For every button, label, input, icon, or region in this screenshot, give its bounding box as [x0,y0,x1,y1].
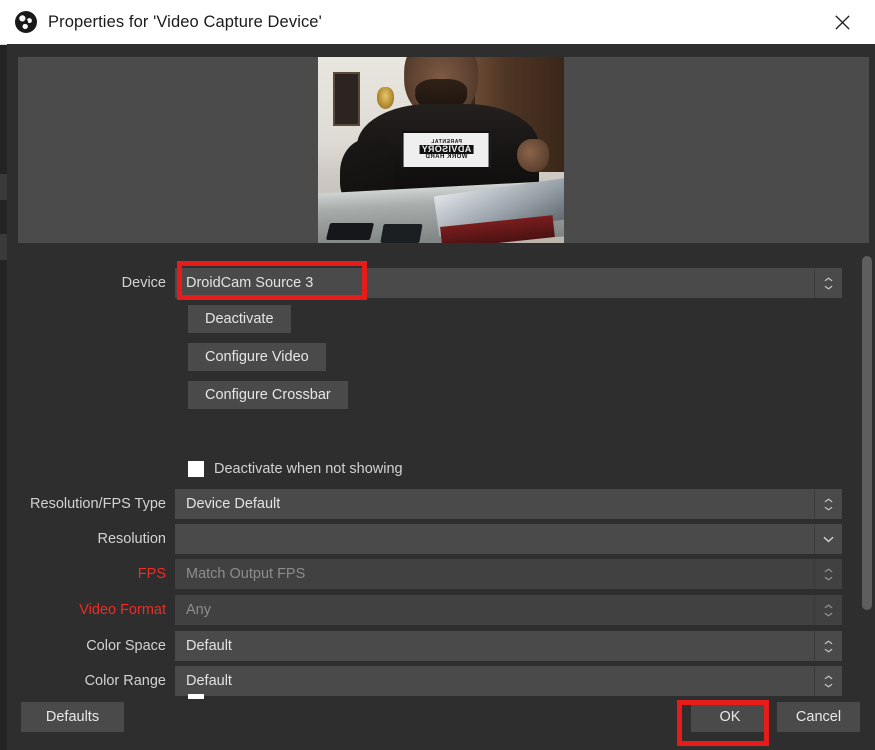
deactivate-button[interactable]: Deactivate [188,305,291,333]
fps-select[interactable]: Match Output FPS [175,559,842,589]
row-fps: FPS Match Output FPS [7,559,875,589]
chevron-down-icon[interactable] [814,524,842,554]
video-preview-panel: PARENTAL ADVISORY WORK HARD [18,57,869,243]
resolution-combobox[interactable] [175,524,842,554]
cancel-button[interactable]: Cancel [777,702,860,732]
obs-logo-icon [14,10,38,34]
title-bar: Properties for 'Video Capture Device' [0,0,875,45]
label-resolution-fps-type: Resolution/FPS Type [30,496,166,512]
deactivate-when-not-showing-checkbox[interactable]: Deactivate when not showing [188,461,403,477]
label-video-format: Video Format [79,602,166,618]
configure-crossbar-button[interactable]: Configure Crossbar [188,381,348,409]
webcam-preview-image: PARENTAL ADVISORY WORK HARD [318,57,564,243]
fps-value: Match Output FPS [186,566,306,582]
dialog-body: PARENTAL ADVISORY WORK HARD Device Droid… [7,44,875,750]
spinner-arrows-icon[interactable] [814,268,842,298]
color-range-value: Default [186,673,232,689]
background-window-mark [0,234,7,260]
properties-form: Device DroidCam Source 3 Deactivate Conf… [7,250,875,700]
video-format-value: Any [186,602,211,618]
label-resolution: Resolution [97,531,166,547]
label-color-range: Color Range [84,673,166,689]
color-space-select[interactable]: Default [175,631,842,661]
color-space-value: Default [186,638,232,654]
ok-button[interactable]: OK [691,702,769,732]
row-device: Device DroidCam Source 3 [7,268,875,298]
label-color-space: Color Space [86,638,166,654]
form-scrollbar[interactable] [860,250,873,700]
device-value: DroidCam Source 3 [186,275,314,291]
shirt-print: PARENTAL ADVISORY WORK HARD [401,131,491,169]
video-format-select[interactable]: Any [175,595,842,625]
window-title: Properties for 'Video Capture Device' [48,12,322,31]
spinner-arrows-icon[interactable] [814,595,842,625]
label-device: Device [121,275,166,291]
spinner-arrows-icon[interactable] [814,559,842,589]
spinner-arrows-icon[interactable] [814,631,842,661]
row-color-space: Color Space Default [7,631,875,661]
checkbox-box-icon [188,461,204,477]
configure-video-button[interactable]: Configure Video [188,343,326,371]
background-window-edge [0,44,7,750]
deactivate-when-not-showing-label: Deactivate when not showing [214,461,403,477]
row-video-format: Video Format Any [7,595,875,625]
dialog-footer: Defaults OK Cancel [7,688,875,750]
row-resolution: Resolution [7,524,875,554]
resolution-fps-type-value: Device Default [186,496,281,512]
properties-dialog: Properties for 'Video Capture Device' PA… [0,0,875,750]
resolution-fps-type-select[interactable]: Device Default [175,489,842,519]
background-window-mark [0,174,7,200]
device-select[interactable]: DroidCam Source 3 [175,268,842,298]
row-resolution-fps-type: Resolution/FPS Type Device Default [7,489,875,519]
defaults-button[interactable]: Defaults [21,702,124,732]
label-fps: FPS [137,566,166,582]
form-scrollbar-thumb[interactable] [862,256,872,610]
spinner-arrows-icon[interactable] [814,489,842,519]
close-icon[interactable] [819,0,865,44]
